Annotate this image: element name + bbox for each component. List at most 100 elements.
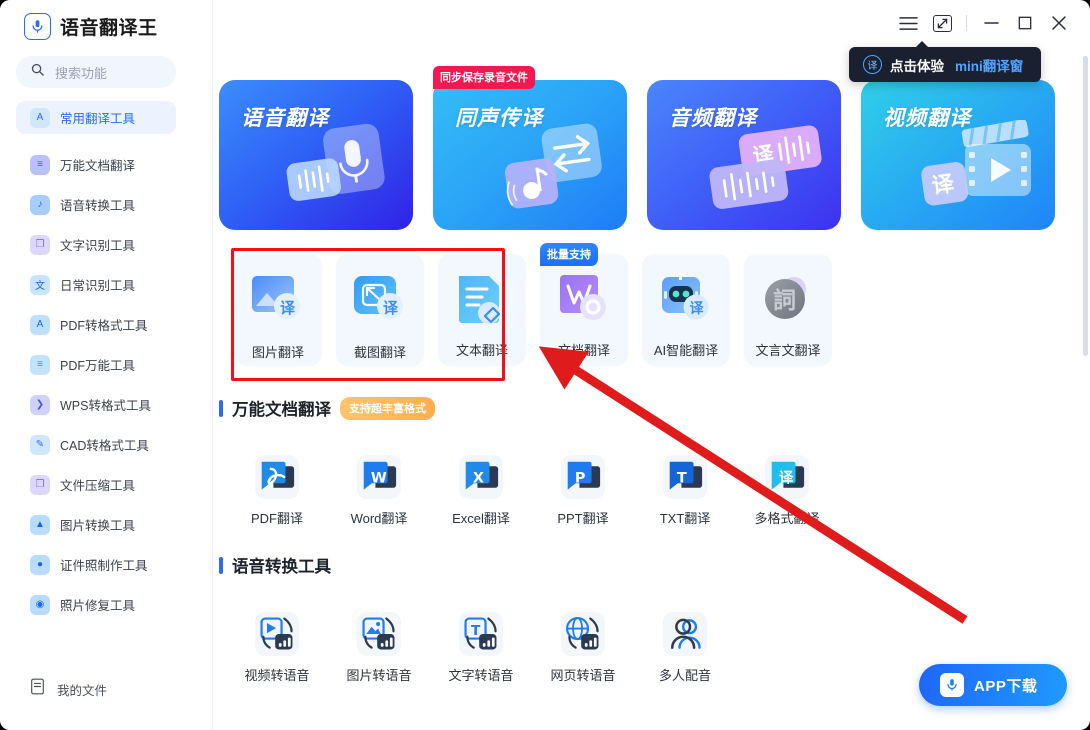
sidebar-item-8[interactable]: ✎ CAD转格式工具 — [16, 428, 176, 461]
svg-text:译: 译 — [690, 301, 705, 317]
hero-card-0[interactable]: 语音翻译 — [219, 80, 413, 230]
svg-text:詞: 詞 — [773, 287, 796, 314]
app-title: 语音翻译王 — [60, 18, 158, 39]
section-1-item-2[interactable]: T 文字转语音 — [438, 612, 524, 684]
section-item-label: 文字转语音 — [448, 668, 514, 683]
scrollbar-thumb[interactable] — [1083, 56, 1088, 356]
section-0-item-2[interactable]: X Excel翻译 — [438, 455, 524, 527]
tool-card-3[interactable]: 文档翻译 — [540, 254, 628, 366]
section-0-item-4[interactable]: T TXT翻译 — [642, 455, 728, 527]
sidebar: 语音翻译王 搜索功能 A 常用翻译工具 ≡ 万能文档翻译 ♪ 语音转换工具 ❐ 文字识别工具文… — [0, 0, 213, 730]
section-item-label: Excel翻译 — [452, 511, 510, 526]
search-input[interactable]: 搜索功能 — [16, 56, 176, 88]
text-translate-icon — [455, 272, 509, 331]
svg-text:X: X — [473, 470, 484, 486]
sidebar-item-11[interactable]: ● 证件照制作工具 — [16, 548, 176, 581]
tool-label: AI智能翻译 — [653, 343, 719, 358]
sidebar-item-label: 语音转换工具 — [60, 199, 136, 213]
word-icon: W — [357, 455, 401, 499]
section-1-item-4[interactable]: 多人配音 — [642, 612, 728, 684]
tool-label: 图片翻译 — [251, 345, 304, 360]
sidebar-item-label: WPS转格式工具 — [60, 399, 151, 413]
sidebar-item-2[interactable]: ♪ 语音转换工具 — [16, 188, 176, 221]
sidebar-item-3[interactable]: ❐ 文字识别工具 — [16, 228, 176, 261]
sidebar-item-4[interactable]: 文日常识别工具 — [16, 268, 176, 301]
section-heading-0: 万能文档翻译 支持超丰富格式 — [219, 396, 435, 420]
app-download-button[interactable]: APP下载 — [919, 664, 1067, 706]
sidebar-item-12[interactable]: ◉ 照片修复工具 — [16, 588, 176, 621]
hero-card-art: 译 — [919, 119, 1041, 220]
sidebar-item-5[interactable]: A PDF转格式工具 — [16, 308, 176, 341]
app-download-label: APP下载 — [974, 677, 1038, 695]
section-item-label: PDF翻译 — [250, 511, 303, 526]
hero-card-3[interactable]: 视频翻译 译 — [861, 80, 1055, 230]
section-0-item-1[interactable]: W Word翻译 — [336, 455, 422, 527]
section-accent-bar — [219, 399, 223, 417]
sidebar-item-6[interactable]: ≡ PDF万能工具 — [16, 348, 176, 381]
section-1-item-3[interactable]: 网页转语音 — [540, 612, 626, 684]
section-0-item-3[interactable]: P PPT翻译 — [540, 455, 626, 527]
sidebar-item-9[interactable]: ❐ 文件压缩工具 — [16, 468, 176, 501]
tooltip-text-main: 点击体验 — [890, 58, 944, 74]
sidebar-item-my-files[interactable]: 我的文件 — [30, 678, 107, 700]
svg-text:译: 译 — [779, 469, 794, 486]
sidebar-item-icon: ◉ — [30, 594, 50, 615]
section-item-label: 视频转语音 — [244, 668, 310, 683]
section-item-label: 图片转语音 — [346, 668, 412, 683]
sidebar-item-label: 文字识别工具 — [60, 239, 136, 253]
tooltip-text-accent: mini翻译窗 — [955, 58, 1024, 74]
sidebar-item-10[interactable]: ▲ 图片转换工具 — [16, 508, 176, 541]
sidebar-item-icon: ≡ — [30, 354, 50, 375]
section-1-item-1[interactable]: 图片转语音 — [336, 612, 422, 684]
section-item-label: 多人配音 — [658, 668, 711, 683]
svg-text:译: 译 — [383, 299, 399, 317]
sidebar-item-label: 文件压缩工具 — [60, 479, 136, 493]
sidebar-item-0[interactable]: A 常用翻译工具 — [16, 101, 176, 134]
hero-card-1[interactable]: 同声传译 — [433, 80, 627, 230]
hero-card-badge: 同步保存录音文件 — [433, 66, 535, 89]
tool-wrapper-3: 文档翻译 批量支持 — [540, 243, 628, 366]
tool-badge: 批量支持 — [540, 243, 598, 266]
tool-card-0[interactable]: 译 图片翻译 — [234, 254, 322, 366]
tool-wrapper-0: 译 图片翻译 — [234, 254, 322, 366]
mini-window-tooltip[interactable]: 译 点击体验 mini翻译窗 — [849, 41, 1041, 82]
sidebar-item-icon: ❐ — [30, 474, 50, 495]
tool-wrapper-4: 译 AI智能翻译 — [642, 254, 730, 366]
tool-wrapper-1: 译 截图翻译 — [336, 254, 424, 366]
sidebar-item-label: PDF转格式工具 — [60, 319, 148, 333]
image-translate-icon: 译 — [250, 272, 306, 333]
section-1-item-0[interactable]: 视频转语音 — [234, 612, 320, 684]
hero-card-art — [493, 120, 613, 220]
sidebar-item-7[interactable]: ❯ WPS转格式工具 — [16, 388, 176, 421]
ai-robot-icon: 译 — [659, 271, 713, 331]
web-to-speech-icon — [561, 612, 605, 656]
tool-wrapper-5: 詞 文言文翻译 — [744, 254, 832, 366]
tool-card-4[interactable]: 译 AI智能翻译 — [642, 254, 730, 366]
tool-card-2[interactable]: 文本翻译 — [438, 254, 526, 366]
app-logo-icon — [24, 13, 51, 40]
sidebar-item-icon: ● — [30, 554, 50, 575]
section-0-item-5[interactable]: 译 多格式翻译 — [744, 455, 830, 527]
hero-card-wrapper-3: 视频翻译 译 — [861, 80, 1055, 230]
screenshot-translate-icon: 译 — [352, 272, 408, 333]
sidebar-item-label: 照片修复工具 — [60, 599, 136, 613]
sidebar-item-icon: ❯ — [30, 394, 50, 415]
section-0-item-0[interactable]: PDF翻译 — [234, 455, 320, 527]
mic-app-icon — [940, 673, 964, 697]
sidebar-item-label: CAD转格式工具 — [60, 439, 149, 453]
search-icon — [30, 62, 45, 82]
multi-voice-icon — [663, 612, 707, 656]
section-badge: 支持超丰富格式 — [340, 396, 435, 420]
sidebar-item-icon: A — [30, 314, 50, 335]
tool-card-5[interactable]: 詞 文言文翻译 — [744, 254, 832, 366]
hero-card-2[interactable]: 音频翻译 译 — [647, 80, 841, 230]
sidebar-item-label: 常用翻译工具 — [60, 112, 136, 126]
sidebar-item-label: 日常识别工具 — [60, 279, 136, 293]
ppt-icon: P — [561, 455, 605, 499]
svg-text:译: 译 — [280, 299, 296, 317]
sidebar-item-1[interactable]: ≡ 万能文档翻译 — [16, 148, 176, 181]
sidebar-item-icon: A — [30, 107, 50, 128]
tool-card-1[interactable]: 译 截图翻译 — [336, 254, 424, 366]
sidebar-item-label: 万能文档翻译 — [60, 159, 136, 173]
image-to-speech-icon — [357, 612, 401, 656]
